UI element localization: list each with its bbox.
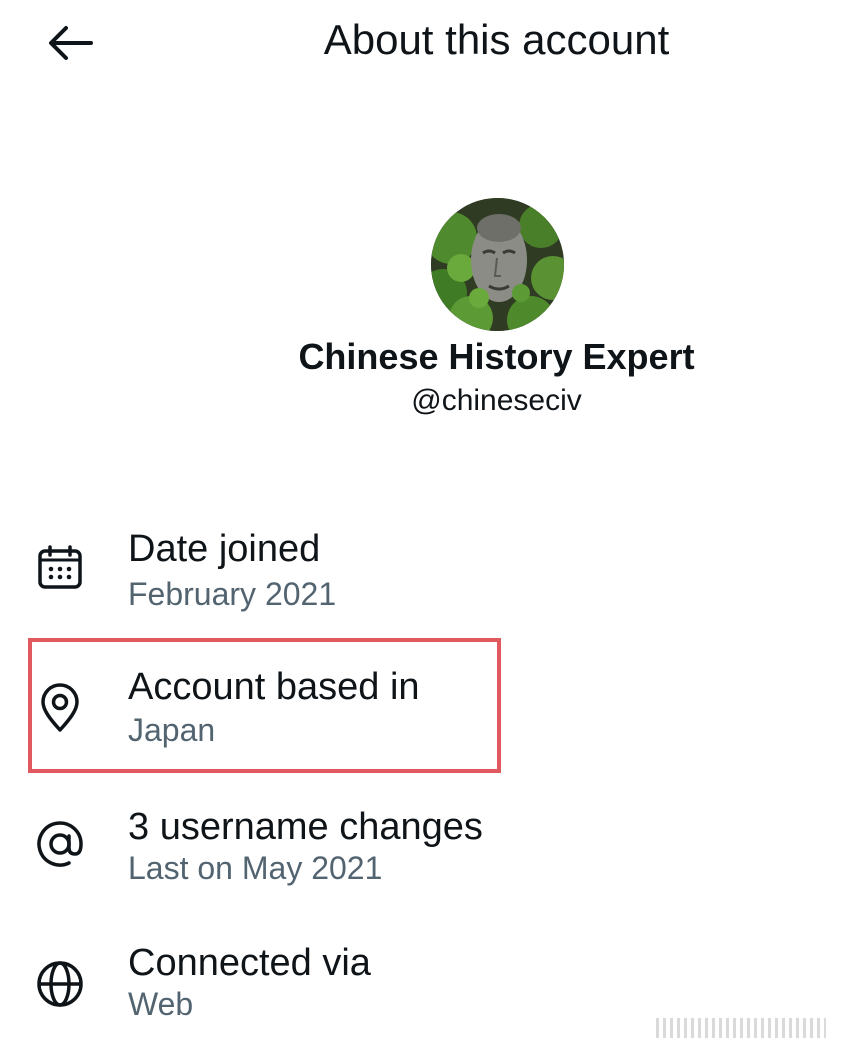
about-account-screen: About this account Chinese History Exper… [0,0,843,1056]
row-title: Connected via [128,942,371,984]
page-title: About this account [323,16,670,63]
avatar-image [431,198,564,331]
row-title: 3 username changes [128,806,483,848]
handle: @chineseciv [411,384,582,417]
row-subtitle: Japan [128,712,216,748]
globe-icon [34,958,86,1010]
location-pin-icon [34,682,86,734]
row-subtitle: Last on May 2021 [128,850,383,886]
row-title: Date joined [128,528,321,570]
row-account-based-in: Account based in Japan [0,658,843,758]
row-date-joined: Date joined February 2021 [0,520,843,620]
watermark [656,1018,826,1038]
display-name: Chinese History Expert [298,336,695,377]
row-subtitle: February 2021 [128,576,337,612]
at-sign-icon [34,818,86,870]
row-title: Account based in [128,666,420,708]
row-username-changes: 3 username changes Last on May 2021 [0,798,843,898]
calendar-icon [34,542,86,594]
avatar[interactable] [431,198,564,331]
row-subtitle: Web [128,986,194,1022]
